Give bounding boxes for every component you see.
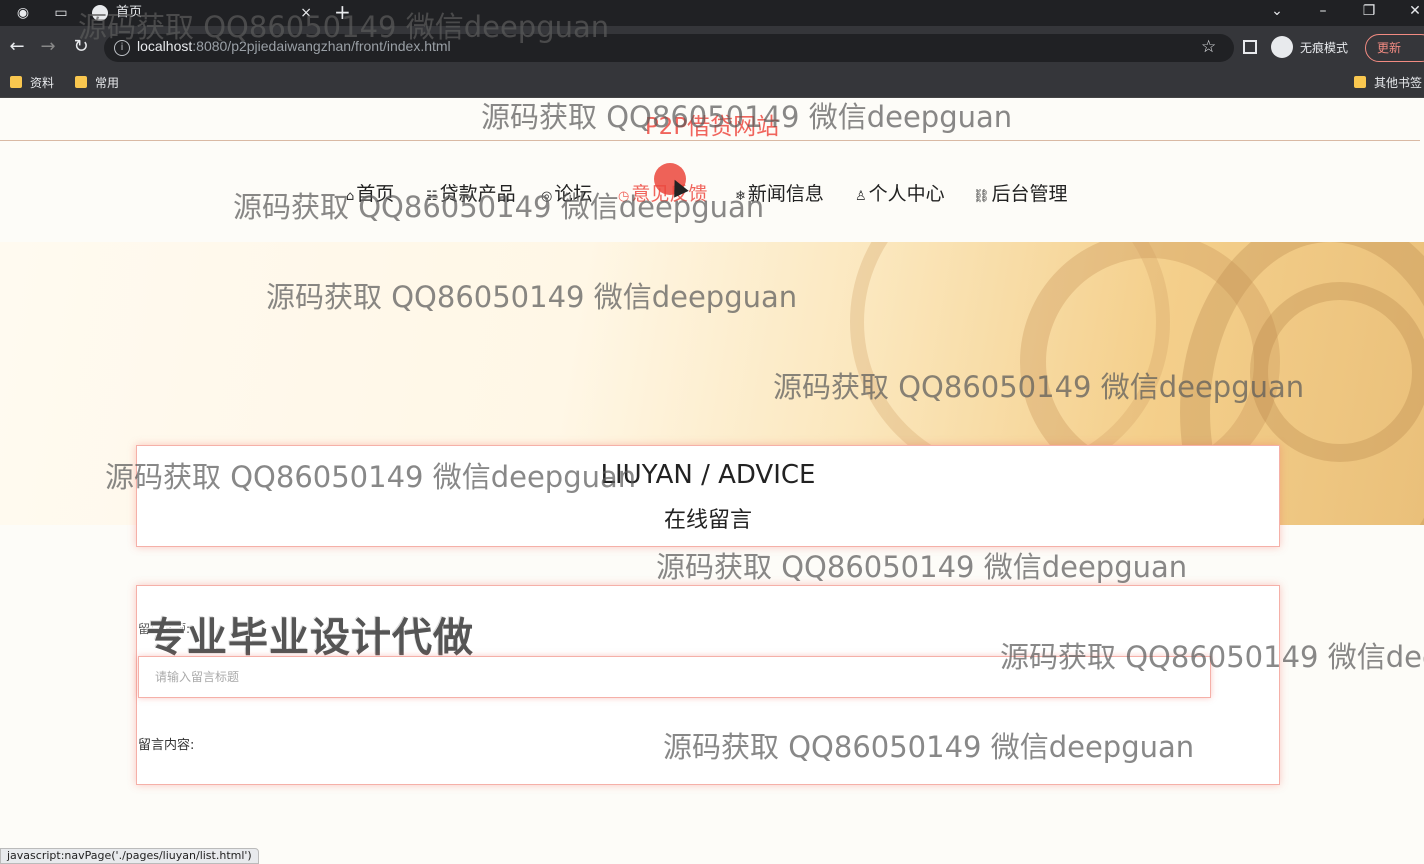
bookmark-folder-other[interactable]: 其他书签 [1354,74,1422,91]
update-button[interactable]: 更新 [1365,34,1424,62]
snowflake-icon: ❄ [735,189,746,204]
promo-overlay-text: 专业毕业设计代做 [146,615,474,661]
banner-ring-decoration [1250,282,1424,462]
reload-icon[interactable]: ↻ [69,35,93,59]
nav-news[interactable]: ❄ 新闻信息 [735,179,824,205]
incognito-label: 无痕模式 [1300,41,1349,55]
browser-tab[interactable]: 首页 × [82,2,322,26]
folder-icon [75,76,87,88]
tab-search-icon[interactable]: ▭ [52,4,70,22]
tab-title: 首页 [116,5,143,20]
header-divider [0,140,1420,141]
bookmarks-bar [0,68,1424,98]
close-window-icon[interactable]: ✕ [1392,0,1424,26]
nav-loan-products[interactable]: ☷ 贷款产品 [426,179,516,205]
section-title-card: LIUYAN / ADVICE 在线留言 [136,445,1280,547]
message-title-input[interactable]: 请输入留言标题 [138,656,1211,698]
tab-favicon-icon [92,5,108,21]
bookmark-folder-ziliao[interactable]: 资料 [10,74,54,91]
nav-admin[interactable]: ⛓ 后台管理 [973,179,1068,205]
section-title-en: LIUYAN / ADVICE [600,460,816,490]
back-icon[interactable]: ← [5,35,29,59]
forward-icon[interactable]: → [36,35,60,59]
folder-icon [1354,76,1366,88]
forum-icon: ◎ [541,189,553,204]
site-info-icon[interactable]: i [114,40,130,56]
tab-close-icon[interactable]: × [300,2,312,24]
home-icon: ⌂ [346,189,355,204]
new-tab-button[interactable]: + [334,0,351,24]
url-text[interactable]: localhost:8080/p2pjiedaiwangzhan/front/i… [137,38,451,54]
minimize-icon[interactable]: – [1300,0,1346,26]
site-title: P2P借贷网站 [644,114,780,140]
side-panel-icon[interactable] [1243,40,1257,54]
message-content-label: 留言内容: [138,738,195,753]
link-icon: ⛓ [973,189,990,204]
nav-forum[interactable]: ◎ 论坛 [541,179,592,205]
list-icon: ☷ [426,189,438,204]
folder-icon [10,76,22,88]
nav-home[interactable]: ⌂ 首页 [346,179,394,205]
section-title-cn: 在线留言 [663,508,752,533]
browser-logo-icon[interactable]: ◉ [14,4,32,22]
bookmark-folder-changyong[interactable]: 常用 [75,74,119,91]
status-bar: javascript:navPage('./pages/liuyan/list.… [0,848,259,864]
incognito-icon[interactable] [1271,36,1293,58]
clock-icon: ◷ [618,189,630,204]
bookmark-star-icon[interactable]: ☆ [1201,37,1216,57]
user-icon: ♙ [855,189,867,204]
nav-user-center[interactable]: ♙ 个人中心 [855,179,945,205]
tab-list-icon[interactable]: ⌄ [1254,0,1300,26]
restore-icon[interactable]: ❐ [1346,0,1392,26]
